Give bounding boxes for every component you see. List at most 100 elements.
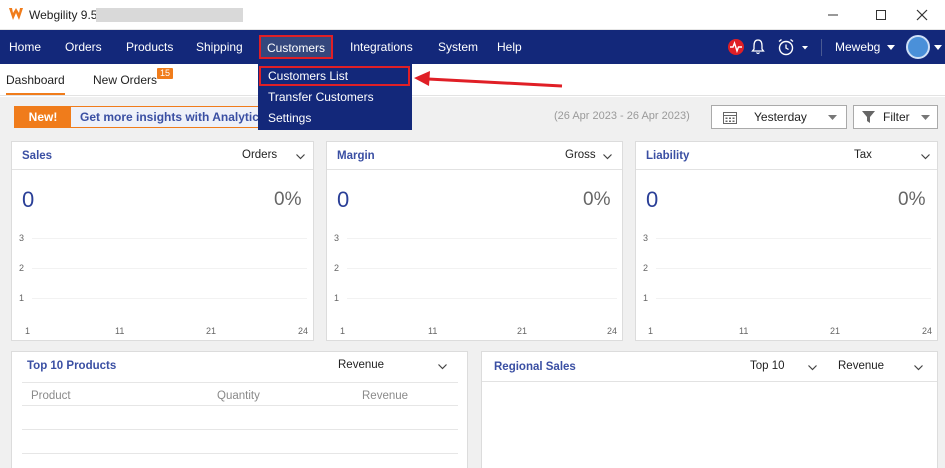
regional-sales-card: Regional Sales Top 10 Revenue bbox=[481, 351, 938, 468]
avatar[interactable] bbox=[906, 35, 930, 59]
sales-title: Sales bbox=[22, 150, 53, 162]
chevron-down-icon[interactable] bbox=[438, 364, 447, 370]
x-tick: 11 bbox=[428, 326, 438, 336]
webgility-window: Webgility 9.5 Home Orders Products Shipp… bbox=[0, 0, 945, 468]
chevron-down-icon bbox=[886, 44, 895, 50]
liability-value: 0 bbox=[646, 187, 659, 212]
x-tick: 11 bbox=[739, 326, 749, 336]
tab-dashboard[interactable]: Dashboard bbox=[6, 73, 65, 95]
card-header: Sales Orders bbox=[12, 142, 313, 170]
y-tick: 2 bbox=[643, 263, 649, 273]
maximize-icon bbox=[876, 10, 886, 20]
y-tick: 3 bbox=[643, 233, 649, 243]
banner-text: Get more insights with Analytics bbox=[80, 110, 266, 124]
card-header: Liability Tax bbox=[636, 142, 937, 170]
new-orders-count-badge: 15 bbox=[157, 68, 174, 79]
y-tick: 3 bbox=[19, 233, 25, 243]
chevron-down-icon[interactable] bbox=[808, 365, 817, 371]
calendar-icon bbox=[723, 112, 737, 124]
grid-line bbox=[347, 238, 617, 239]
card-header: Margin Gross bbox=[327, 142, 622, 170]
liability-metric-dropdown[interactable]: Tax bbox=[854, 149, 872, 161]
top-products-card: Top 10 Products Revenue Product Quantity… bbox=[11, 351, 468, 468]
menu-orders[interactable]: Orders bbox=[65, 30, 102, 64]
x-tick: 21 bbox=[206, 326, 217, 336]
y-tick: 3 bbox=[334, 233, 340, 243]
menu-products[interactable]: Products bbox=[126, 30, 173, 64]
sales-percent: 0% bbox=[274, 189, 302, 210]
y-tick: 1 bbox=[19, 293, 25, 303]
card-header: Regional Sales Top 10 Revenue bbox=[482, 352, 937, 382]
grid-line bbox=[347, 268, 617, 269]
y-tick: 2 bbox=[334, 263, 340, 273]
close-icon bbox=[916, 9, 928, 21]
avatar-chevron-down-icon[interactable] bbox=[934, 45, 942, 51]
column-header-product: Product bbox=[31, 390, 71, 402]
period-value: Yesterday bbox=[754, 110, 807, 124]
period-dropdown[interactable]: Yesterday bbox=[711, 105, 847, 129]
menu-system[interactable]: System bbox=[438, 30, 478, 64]
top-products-metric-dropdown[interactable]: Revenue bbox=[338, 359, 384, 371]
liability-percent: 0% bbox=[898, 189, 926, 210]
new-badge: New! bbox=[15, 107, 71, 127]
table-row bbox=[22, 405, 458, 406]
regional-metric-dropdown[interactable]: Revenue bbox=[838, 360, 884, 372]
y-tick: 1 bbox=[334, 293, 340, 303]
menu-item-transfer-customers[interactable]: Transfer Customers bbox=[268, 90, 374, 104]
chevron-down-icon[interactable] bbox=[603, 154, 612, 160]
close-window-button[interactable] bbox=[899, 0, 945, 30]
y-tick: 2 bbox=[19, 263, 25, 273]
grid-line bbox=[656, 298, 931, 299]
top-products-title: Top 10 Products bbox=[27, 360, 117, 372]
regional-top-dropdown[interactable]: Top 10 bbox=[750, 360, 785, 372]
filter-dropdown[interactable]: Filter bbox=[853, 105, 938, 129]
menu-shipping[interactable]: Shipping bbox=[196, 30, 243, 64]
y-tick: 1 bbox=[643, 293, 649, 303]
margin-metric-dropdown[interactable]: Gross bbox=[565, 149, 596, 161]
activity-alert-icon[interactable] bbox=[727, 38, 745, 56]
analytics-banner[interactable]: New! Get more insights with Analytics bbox=[14, 106, 286, 128]
chevron-down-icon[interactable] bbox=[921, 154, 930, 160]
tab-new-orders[interactable]: New Orders bbox=[93, 73, 157, 87]
minimize-button[interactable] bbox=[810, 0, 856, 30]
chevron-down-icon[interactable] bbox=[296, 154, 305, 160]
grid-line bbox=[32, 268, 307, 269]
x-tick: 1 bbox=[648, 326, 654, 336]
menu-help[interactable]: Help bbox=[497, 30, 522, 64]
customers-dropdown-menu: Customers List Transfer Customers Settin… bbox=[258, 64, 412, 130]
x-tick: 1 bbox=[25, 326, 31, 336]
date-range-label: (26 Apr 2023 - 26 Apr 2023) bbox=[554, 110, 690, 122]
x-tick: 24 bbox=[298, 326, 309, 336]
sales-metric-dropdown[interactable]: Orders bbox=[242, 149, 277, 161]
filter-label: Filter bbox=[883, 110, 910, 124]
grid-line bbox=[32, 238, 307, 239]
chevron-down-icon bbox=[828, 115, 837, 120]
menu-home[interactable]: Home bbox=[9, 30, 41, 64]
menu-customers[interactable]: Customers bbox=[259, 35, 334, 59]
menu-integrations[interactable]: Integrations bbox=[350, 30, 413, 64]
menu-item-customers-list[interactable]: Customers List bbox=[259, 66, 410, 86]
regional-sales-title: Regional Sales bbox=[494, 361, 576, 373]
margin-title: Margin bbox=[337, 150, 375, 162]
window-title: Webgility 9.5 bbox=[29, 8, 98, 22]
chevron-down-icon[interactable] bbox=[914, 365, 923, 371]
column-header-quantity: Quantity bbox=[217, 390, 260, 402]
maximize-button[interactable] bbox=[858, 0, 904, 30]
annotation-arrow-icon bbox=[414, 71, 563, 88]
x-tick: 1 bbox=[340, 326, 346, 336]
liability-title: Liability bbox=[646, 150, 690, 162]
minimize-icon bbox=[828, 14, 838, 16]
x-tick: 21 bbox=[517, 326, 528, 336]
table-divider bbox=[22, 382, 458, 383]
chevron-down-icon bbox=[921, 115, 930, 120]
filter-funnel-icon bbox=[862, 111, 875, 123]
liability-card: Liability Tax 0 0% 3 2 1 1 11 21 24 bbox=[635, 141, 938, 341]
margin-value: 0 bbox=[337, 187, 350, 212]
user-menu[interactable]: Mewebg bbox=[835, 30, 895, 64]
x-tick: 21 bbox=[830, 326, 841, 336]
title-bar: Webgility 9.5 bbox=[0, 0, 945, 30]
dashboard-content: New! Get more insights with Analytics (2… bbox=[0, 97, 945, 468]
notification-bell-icon[interactable] bbox=[751, 39, 765, 55]
menu-item-customer-settings[interactable]: Settings bbox=[268, 111, 311, 125]
alarm-clock-dropdown-icon[interactable] bbox=[777, 38, 809, 56]
